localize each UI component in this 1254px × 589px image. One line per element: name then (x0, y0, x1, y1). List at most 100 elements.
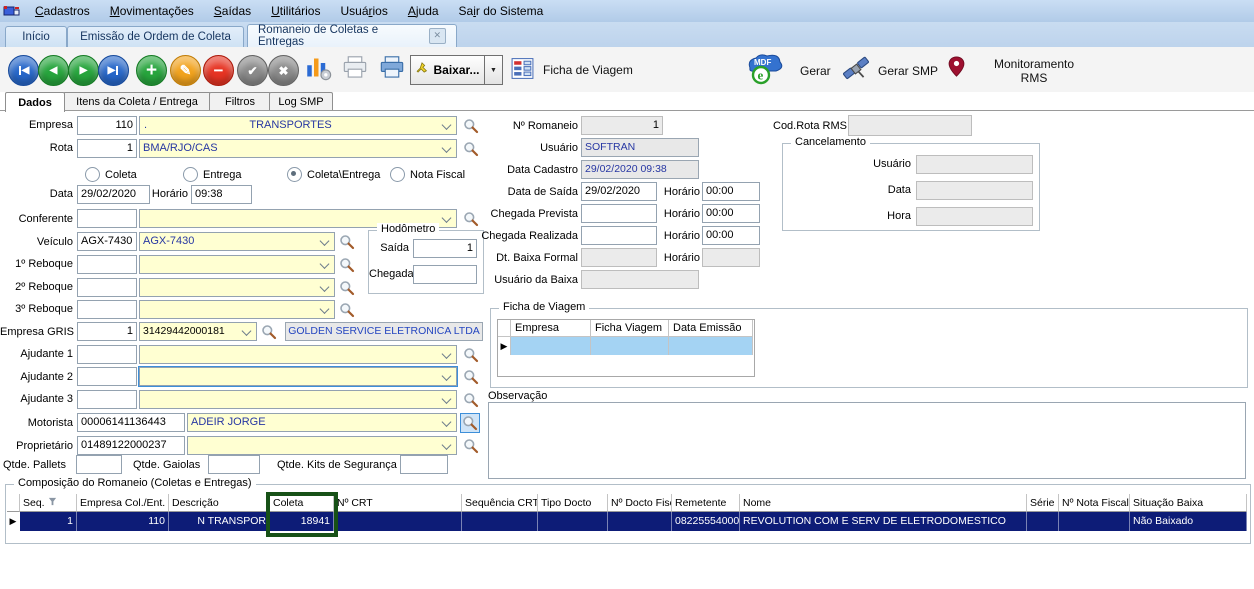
ajudante2-combo[interactable] (139, 367, 457, 386)
satellite-icon[interactable] (843, 56, 869, 85)
reboque2-search-icon[interactable] (338, 279, 356, 297)
col-seq[interactable]: Seq. (20, 494, 77, 512)
radio-coleta-entrega[interactable]: Coleta\Entrega (287, 167, 380, 182)
ajudante2-code-field[interactable] (77, 367, 137, 386)
first-record-button[interactable]: ◀ (8, 55, 39, 86)
tab-log-smp[interactable]: Log SMP (269, 92, 333, 111)
veiculo-code-field[interactable]: AGX-7430 (77, 232, 137, 251)
ajudante1-search-icon[interactable] (462, 346, 480, 364)
reboque1-code-field[interactable] (77, 255, 137, 274)
menu-cadastros[interactable]: Cadastros (25, 2, 100, 20)
cancel-button[interactable]: ✖ (268, 55, 299, 86)
edit-button[interactable]: ✎ (170, 55, 201, 86)
menu-usuarios[interactable]: Usuários (330, 2, 397, 20)
ajudante3-combo[interactable] (139, 390, 457, 409)
cell-n-docto-fiscal[interactable] (608, 512, 672, 531)
baixar-button[interactable]: Baixar... (410, 55, 485, 85)
map-pin-icon[interactable] (946, 53, 967, 83)
proprietario-combo[interactable] (187, 436, 457, 455)
ajudante2-search-icon[interactable] (462, 368, 480, 386)
col-serie[interactable]: Série (1027, 494, 1059, 512)
col-nome[interactable]: Nome (740, 494, 1027, 512)
tab-emissao-ordem-coleta[interactable]: Emissão de Ordem de Coleta (67, 26, 244, 47)
qtde-gaiolas-field[interactable] (208, 455, 260, 474)
monitoramento-rms-button[interactable]: Monitoramento RMS (978, 57, 1090, 85)
reboque1-search-icon[interactable] (338, 256, 356, 274)
chart-button[interactable] (305, 54, 332, 84)
chegada-prevista-horario-field[interactable]: 00:00 (702, 204, 760, 223)
col-situacao-baixa[interactable]: Situação Baixa (1130, 494, 1247, 512)
tab-dados[interactable]: Dados (5, 92, 65, 112)
col-n-docto-fiscal[interactable]: Nº Docto Fiscal (608, 494, 672, 512)
reboque2-code-field[interactable] (77, 278, 137, 297)
motorista-code-field[interactable]: 00006141136443 (77, 413, 185, 432)
mdfe-logo-icon[interactable]: MDFe (745, 52, 785, 89)
cell-sequencia-crt[interactable] (462, 512, 538, 531)
ficha-viagem-toolbar-label[interactable]: Ficha de Viagem (543, 63, 633, 77)
confirm-button[interactable]: ✔ (237, 55, 268, 86)
cell-tipo-docto[interactable] (538, 512, 608, 531)
reboque2-combo[interactable] (139, 278, 335, 297)
next-record-button[interactable]: ▶ (68, 55, 99, 86)
delete-button[interactable]: − (203, 55, 234, 86)
ficha-cell-data-emissao[interactable] (669, 337, 753, 355)
ficha-viagem-list-icon[interactable] (510, 56, 535, 84)
chegada-realizada-field[interactable] (581, 226, 657, 245)
cell-serie[interactable] (1027, 512, 1059, 531)
reboque3-search-icon[interactable] (338, 301, 356, 319)
menu-utilitarios[interactable]: Utilitários (261, 2, 330, 20)
tab-filtros[interactable]: Filtros (209, 92, 271, 111)
tab-inicio[interactable]: Início (5, 26, 67, 47)
cell-descricao[interactable]: N TRANSPOR (169, 512, 270, 531)
rota-combo[interactable]: BMA/RJO/CAS (139, 139, 457, 158)
table-row[interactable]: ▶ 1 110 N TRANSPOR 18941 08225554000107 … (7, 512, 1247, 531)
conferente-code-field[interactable] (77, 209, 137, 228)
mdfe-gerar-button[interactable]: Gerar (800, 64, 831, 78)
col-n-nota-fiscal[interactable]: Nº Nota Fiscal (1059, 494, 1130, 512)
data-field[interactable]: 29/02/2020 (77, 185, 150, 204)
cell-n-crt[interactable] (334, 512, 462, 531)
empresa-combo[interactable]: . TRANSPORTES (139, 116, 457, 135)
cell-situacao-baixa[interactable]: Não Baixado (1130, 512, 1247, 531)
gerar-smp-button[interactable]: Gerar SMP (878, 64, 938, 78)
reboque3-combo[interactable] (139, 300, 335, 319)
tab-romaneio[interactable]: Romaneio de Coletas e Entregas ✕ (247, 24, 457, 47)
col-empresa[interactable]: Empresa Col./Ent. (77, 494, 169, 512)
data-saida-field[interactable]: 29/02/2020 (581, 182, 657, 201)
empresa-gris-combo[interactable]: 31429442000181 (139, 322, 257, 341)
reboque1-combo[interactable] (139, 255, 335, 274)
chegada-realizada-horario-field[interactable]: 00:00 (702, 226, 760, 245)
rota-code-field[interactable]: 1 (77, 139, 137, 158)
cell-coleta[interactable]: 18941 (270, 512, 334, 531)
radio-nota-fiscal[interactable]: Nota Fiscal (390, 167, 465, 182)
cell-remetente[interactable]: 08225554000107 (672, 512, 740, 531)
ficha-col-empresa[interactable]: Empresa (511, 320, 591, 337)
proprietario-code-field[interactable]: 01489122000237 (77, 436, 185, 455)
col-remetente[interactable]: Remetente (672, 494, 740, 512)
data-saida-horario-field[interactable]: 00:00 (702, 182, 760, 201)
cell-nome[interactable]: REVOLUTION COM E SERV DE ELETRODOMESTICO (740, 512, 1027, 531)
empresa-code-field[interactable]: 110 (77, 116, 137, 135)
horario-field[interactable]: 09:38 (191, 185, 252, 204)
menu-movimentacoes[interactable]: Movimentações (100, 2, 204, 20)
qtde-kits-field[interactable] (400, 455, 448, 474)
proprietario-search-icon[interactable] (462, 437, 480, 455)
print-preview-button[interactable] (341, 54, 369, 84)
col-n-crt[interactable]: Nº CRT (334, 494, 462, 512)
filter-icon[interactable] (48, 494, 57, 512)
add-button[interactable]: + (136, 55, 167, 86)
baixar-dropdown-button[interactable]: ▼ (484, 55, 503, 85)
menu-saidas[interactable]: Saídas (204, 2, 261, 20)
radio-coleta[interactable]: Coleta (85, 167, 137, 182)
radio-entrega[interactable]: Entrega (183, 167, 242, 182)
menu-ajuda[interactable]: Ajuda (398, 2, 449, 20)
observacao-field[interactable] (488, 402, 1246, 479)
col-descricao[interactable]: Descrição (169, 494, 270, 512)
qtde-pallets-field[interactable] (76, 455, 122, 474)
col-sequencia-crt[interactable]: Sequência CRT (462, 494, 538, 512)
empresa-gris-search-icon[interactable] (260, 323, 278, 341)
last-record-button[interactable]: ▶ (98, 55, 129, 86)
col-tipo-docto[interactable]: Tipo Docto (538, 494, 608, 512)
menu-sair[interactable]: Sair do Sistema (449, 2, 554, 20)
col-coleta[interactable]: Coleta (270, 494, 334, 512)
